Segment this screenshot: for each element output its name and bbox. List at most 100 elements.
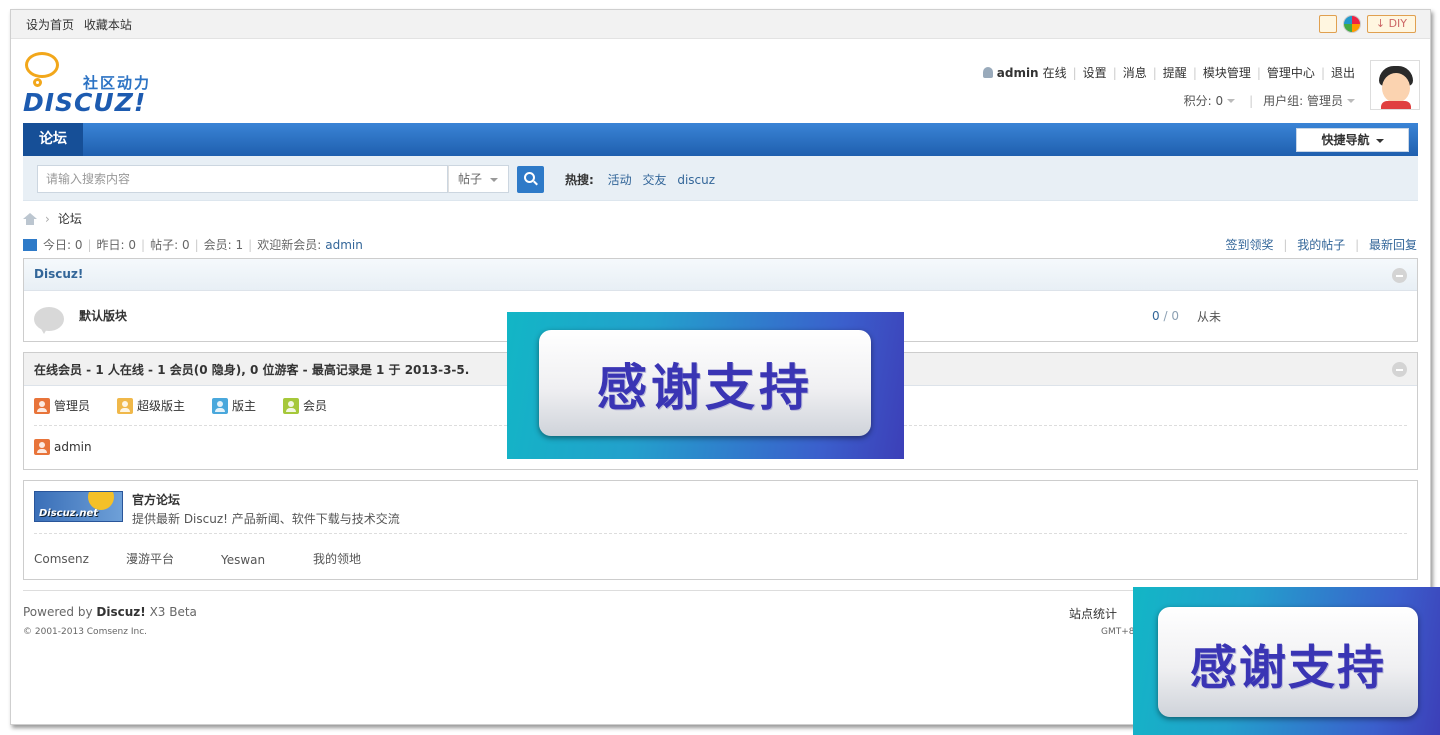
- divider: |: [87, 237, 92, 252]
- partner-link[interactable]: 我的领地: [313, 550, 361, 567]
- checkin-link[interactable]: 签到领奖: [1226, 238, 1274, 252]
- site-stats-link[interactable]: 站点统计: [1069, 605, 1117, 622]
- partner-link[interactable]: Yeswan: [221, 553, 265, 567]
- main-nav: 论坛 快捷导航: [23, 123, 1418, 156]
- partner-link[interactable]: 漫游平台: [126, 550, 174, 567]
- member-role-icon: [283, 397, 300, 414]
- hot-term-link[interactable]: discuz: [677, 173, 715, 187]
- logo-bubble-small-icon: [33, 78, 42, 87]
- count-separator: /: [1163, 309, 1168, 323]
- diy-button[interactable]: ↓ DIY: [1366, 15, 1416, 33]
- nav-tab-forum[interactable]: 论坛: [23, 123, 83, 156]
- stats-chart-icon: [23, 238, 37, 251]
- bookmark-link[interactable]: 收藏本站: [84, 18, 132, 32]
- divider: |: [1256, 65, 1261, 80]
- thread-count: 0: [1152, 309, 1160, 323]
- logout-link[interactable]: 退出: [1331, 64, 1355, 81]
- copyright: © 2001-2013 Comsenz Inc.: [23, 627, 148, 637]
- online-member-name[interactable]: admin: [54, 440, 92, 454]
- stat-members: 会员: 1: [203, 238, 244, 252]
- style-switch-icon[interactable]: [1342, 15, 1361, 33]
- top-tools: ↓ DIY: [1318, 15, 1416, 33]
- quick-links: 签到领奖 | 我的帖子 | 最新回复: [1226, 236, 1417, 253]
- divider: |: [1283, 238, 1288, 252]
- partner-link[interactable]: Comsenz: [34, 552, 89, 566]
- powered-version: X3 Beta: [149, 605, 197, 619]
- search-button[interactable]: [517, 166, 544, 193]
- logo-bubble-icon: [25, 52, 59, 78]
- stat-yesterday: 昨日: 0: [96, 238, 137, 252]
- home-icon[interactable]: [23, 212, 37, 225]
- mod-role-icon: [212, 397, 229, 414]
- admin-role-icon: [34, 397, 50, 414]
- newest-member-link[interactable]: admin: [325, 238, 363, 252]
- powered-brand-link[interactable]: Discuz!: [96, 605, 145, 619]
- role-legend: 管理员 超级版主 版主 会员: [34, 397, 327, 414]
- forum-counts: 0 / 0: [1152, 309, 1179, 323]
- search-bar: 请输入搜索内容 帖子 热搜: 活动 交友 discuz: [23, 156, 1418, 201]
- breadcrumb-current[interactable]: 论坛: [58, 210, 82, 227]
- divider: |: [194, 237, 199, 252]
- module-manage-link[interactable]: 模块管理: [1203, 64, 1251, 81]
- avatar[interactable]: [1370, 60, 1420, 110]
- messages-link[interactable]: 消息: [1123, 64, 1147, 81]
- search-input[interactable]: 请输入搜索内容: [37, 165, 448, 193]
- partner-desc: 提供最新 Discuz! 产品新闻、软件下载与技术交流: [132, 512, 400, 526]
- legend-item: 管理员: [34, 397, 90, 414]
- stat-posts: 帖子: 0: [150, 238, 190, 252]
- divider: |: [1112, 65, 1117, 80]
- latest-replies-link[interactable]: 最新回复: [1369, 238, 1417, 252]
- collapse-icon[interactable]: [1392, 362, 1407, 377]
- hot-term-link[interactable]: 活动: [608, 173, 632, 187]
- thanks-banner: 感谢支持: [507, 312, 904, 459]
- divider: |: [1072, 65, 1077, 80]
- top-links: 设为首页 收藏本站: [26, 16, 138, 33]
- username-link[interactable]: admin: [997, 66, 1039, 80]
- points-menu[interactable]: 积分: 0: [1184, 92, 1224, 109]
- legend-label: 会员: [303, 399, 328, 413]
- stat-today: 今日: 0: [43, 238, 83, 252]
- legend-item: 会员: [283, 397, 327, 414]
- search-type-select[interactable]: 帖子: [448, 165, 509, 193]
- notifications-link[interactable]: 提醒: [1163, 64, 1187, 81]
- divider: |: [1355, 238, 1360, 252]
- avatar-face: [1382, 73, 1410, 103]
- thanks-banner: 感谢支持: [1133, 587, 1440, 735]
- hot-search-label: 热搜:: [565, 173, 594, 187]
- admin-center-link[interactable]: 管理中心: [1267, 64, 1315, 81]
- settings-link[interactable]: 设置: [1083, 64, 1107, 81]
- user-info-bar: 积分: 0 | 用户组: 管理员: [1184, 92, 1355, 109]
- legend-item: 超级版主: [117, 397, 185, 414]
- online-title[interactable]: 在线会员 - 1 人在线 - 1 会员(0 隐身), 0 位游客 - 最高记录是…: [34, 361, 469, 378]
- partner-logo[interactable]: Discuz.net: [34, 491, 123, 522]
- fullscreen-icon[interactable]: [1318, 15, 1337, 33]
- panel-header: Discuz!: [24, 259, 1417, 291]
- my-posts-link[interactable]: 我的帖子: [1297, 238, 1345, 252]
- category-title[interactable]: Discuz!: [34, 267, 83, 281]
- top-bar: 设为首页 收藏本站 ↓ DIY: [11, 10, 1430, 39]
- legend-item: 版主: [212, 397, 256, 414]
- chevron-down-icon: [1227, 98, 1236, 103]
- set-home-link[interactable]: 设为首页: [26, 18, 74, 32]
- forum-last-post: 从未: [1197, 310, 1222, 324]
- timezone-text: GMT+8: [1101, 627, 1135, 637]
- quick-nav-button[interactable]: 快捷导航: [1296, 128, 1409, 152]
- collapse-icon[interactable]: [1392, 268, 1407, 283]
- online-member[interactable]: admin: [34, 439, 92, 455]
- divider: |: [1152, 65, 1157, 80]
- divider: |: [1249, 93, 1254, 108]
- usergroup-menu[interactable]: 用户组: 管理员: [1263, 92, 1343, 109]
- quick-nav-label: 快捷导航: [1321, 133, 1370, 147]
- legend-label: 版主: [232, 399, 257, 413]
- forum-status-icon: [34, 307, 64, 334]
- divider: |: [1320, 65, 1325, 80]
- hot-term-link[interactable]: 交友: [642, 173, 666, 187]
- partner-title[interactable]: 官方论坛: [132, 491, 180, 508]
- powered-by: Powered by Discuz! X3 Beta: [23, 605, 197, 619]
- powered-prefix: Powered by: [23, 605, 93, 619]
- avatar-body: [1381, 101, 1411, 109]
- site-logo[interactable]: 社区动力 DISCUZ!: [23, 50, 163, 117]
- forum-name-link[interactable]: 默认版块: [79, 307, 127, 324]
- post-count: 0: [1171, 309, 1179, 323]
- logo-brand: DISCUZ!: [23, 88, 147, 117]
